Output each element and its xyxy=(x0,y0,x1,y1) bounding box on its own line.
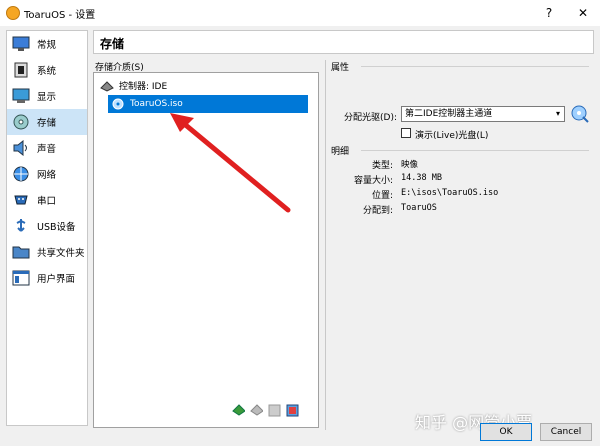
usb-icon xyxy=(11,217,31,235)
size-value: 14.38 MB xyxy=(401,173,442,183)
tree-controller-ide[interactable]: 控制器: IDE xyxy=(100,79,167,92)
controller-label: 控制器: IDE xyxy=(119,82,168,92)
drive-select-value: 第二IDE控制器主通道 xyxy=(405,109,493,119)
ui-icon xyxy=(11,269,31,287)
add-controller-icon[interactable] xyxy=(231,403,245,417)
folder-icon xyxy=(11,243,31,261)
type-value: 映像 xyxy=(401,160,419,170)
sidebar-item-label: 用户界面 xyxy=(37,274,76,285)
selected-item-label: ToaruOS.iso xyxy=(130,99,183,109)
drive-label: 分配光驱(D): xyxy=(344,113,397,123)
page-title: 存储 xyxy=(100,37,125,51)
help-button[interactable]: ? xyxy=(538,3,560,23)
sidebar-item-audio[interactable]: 声音 xyxy=(7,135,87,161)
sidebar-item-label: 系统 xyxy=(37,66,57,77)
panel-divider[interactable] xyxy=(325,60,326,430)
sidebar-item-label: 存储 xyxy=(37,118,57,129)
app-icon xyxy=(6,6,20,20)
display-icon xyxy=(11,87,31,105)
page-title-box: 存储 xyxy=(93,30,594,54)
sidebar-item-label: 网络 xyxy=(37,170,57,181)
network-icon xyxy=(11,165,31,183)
sidebar-item-storage[interactable]: 存储 xyxy=(7,109,87,135)
storage-tree[interactable]: 控制器: IDE ToaruOS.iso xyxy=(93,72,319,428)
close-button[interactable]: ✕ xyxy=(572,3,594,23)
window-title: ToaruOS - 设置 xyxy=(24,10,96,21)
tree-item-selected-iso[interactable]: ToaruOS.iso xyxy=(108,95,308,113)
serial-port-icon xyxy=(11,191,31,209)
sidebar-item-general[interactable]: 常规 xyxy=(7,31,87,57)
cd-icon xyxy=(112,98,124,110)
sidebar-item-system[interactable]: 系统 xyxy=(7,57,87,83)
sidebar-item-label: 常规 xyxy=(37,40,57,51)
choose-disk-icon[interactable] xyxy=(571,105,589,123)
live-cd-label: 演示(Live)光盘(L) xyxy=(415,131,489,141)
sidebar-item-user-interface[interactable]: 用户界面 xyxy=(7,265,87,291)
storage-icon xyxy=(11,113,31,131)
chevron-down-icon: ▾ xyxy=(555,109,560,118)
type-label: 类型: xyxy=(371,161,393,171)
assigned-label: 分配到: xyxy=(362,206,393,216)
add-attachment-icon[interactable] xyxy=(267,403,281,417)
drive-select[interactable]: 第二IDE控制器主通道 ▾ xyxy=(401,106,565,122)
chip-icon xyxy=(11,61,31,79)
sidebar-item-label: 声音 xyxy=(37,144,57,155)
ok-button[interactable]: OK xyxy=(480,423,532,441)
sidebar-item-label: 串口 xyxy=(37,196,57,207)
section-divider xyxy=(361,150,589,151)
size-label: 容量大小: xyxy=(353,176,393,186)
title-bar: ToaruOS - 设置 ? ✕ xyxy=(0,0,600,26)
sidebar-item-serial[interactable]: 串口 xyxy=(7,187,87,213)
sidebar-item-label: USB设备 xyxy=(37,222,76,233)
main-panel: 存储 存储介质(S) 控制器: IDE ToaruOS.iso 属性 分配光驱(… xyxy=(93,30,594,430)
location-label: 位置: xyxy=(371,191,393,201)
live-cd-checkbox[interactable] xyxy=(401,128,411,138)
sidebar-item-usb[interactable]: USB设备 xyxy=(7,213,87,239)
cancel-button[interactable]: Cancel xyxy=(540,423,592,441)
attributes-header: 属性 xyxy=(331,63,350,73)
speaker-icon xyxy=(11,139,31,157)
assigned-value: ToaruOS xyxy=(401,203,437,213)
section-divider xyxy=(361,66,589,67)
sidebar-item-display[interactable]: 显示 xyxy=(7,83,87,109)
tree-toolbar xyxy=(231,403,299,417)
remove-attachment-icon[interactable] xyxy=(285,403,299,417)
monitor-icon xyxy=(11,35,31,53)
sidebar-item-shared-folders[interactable]: 共享文件夹 xyxy=(7,239,87,265)
sidebar-item-network[interactable]: 网络 xyxy=(7,161,87,187)
settings-sidebar: 常规 系统 显示 存储 声音 网络 串口 USB设备 共享文件夹 用户界面 xyxy=(6,30,88,426)
remove-controller-icon[interactable] xyxy=(249,403,263,417)
sidebar-item-label: 显示 xyxy=(37,92,57,103)
location-value: E:\isos\ToaruOS.iso xyxy=(401,188,499,198)
details-header: 明细 xyxy=(331,147,350,157)
sidebar-item-label: 共享文件夹 xyxy=(37,248,85,259)
controller-icon xyxy=(100,80,114,92)
